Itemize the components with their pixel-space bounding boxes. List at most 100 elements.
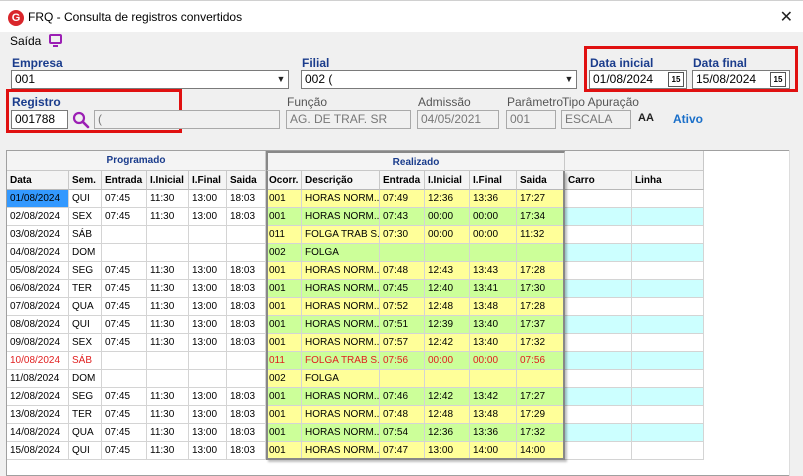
table-cell-r1-c9[interactable]: 00:00	[425, 208, 470, 226]
table-cell-r10-c7[interactable]: FOLGA	[302, 370, 380, 388]
table-cell-r5-c3[interactable]: 11:30	[147, 280, 189, 298]
table-cell-r2-c4[interactable]	[189, 226, 227, 244]
table-cell-r5-c0[interactable]: 06/08/2024	[7, 280, 69, 298]
column-header-8[interactable]: Entrada	[380, 171, 425, 190]
table-cell-r4-c11[interactable]: 17:28	[517, 262, 565, 280]
table-cell-r12-c1[interactable]: TER	[69, 406, 102, 424]
column-header-11[interactable]: Saida	[517, 171, 565, 190]
table-cell-r10-c10[interactable]	[470, 370, 517, 388]
table-cell-r6-c3[interactable]: 11:30	[147, 298, 189, 316]
table-cell-r1-c3[interactable]: 11:30	[147, 208, 189, 226]
table-cell-r11-c11[interactable]: 17:27	[517, 388, 565, 406]
table-cell-r9-c1[interactable]: SÁB	[69, 352, 102, 370]
table-cell-r6-c6[interactable]: 001	[266, 298, 302, 316]
table-cell-r13-c9[interactable]: 12:36	[425, 424, 470, 442]
table-cell-r0-c13[interactable]	[632, 190, 704, 208]
table-cell-r3-c8[interactable]	[380, 244, 425, 262]
table-cell-r12-c6[interactable]: 001	[266, 406, 302, 424]
table-cell-r2-c8[interactable]: 07:30	[380, 226, 425, 244]
table-cell-r0-c3[interactable]: 11:30	[147, 190, 189, 208]
table-cell-r11-c4[interactable]: 13:00	[189, 388, 227, 406]
table-cell-r1-c12[interactable]	[565, 208, 632, 226]
table-cell-r11-c12[interactable]	[565, 388, 632, 406]
table-cell-r6-c13[interactable]	[632, 298, 704, 316]
table-cell-r9-c6[interactable]: 011	[266, 352, 302, 370]
table-cell-r14-c9[interactable]: 13:00	[425, 442, 470, 460]
table-cell-r5-c8[interactable]: 07:45	[380, 280, 425, 298]
table-cell-r7-c6[interactable]: 001	[266, 316, 302, 334]
column-header-13[interactable]: Linha	[632, 171, 704, 190]
table-cell-r8-c3[interactable]: 11:30	[147, 334, 189, 352]
table-cell-r0-c2[interactable]: 07:45	[102, 190, 147, 208]
table-cell-r2-c9[interactable]: 00:00	[425, 226, 470, 244]
table-cell-r1-c2[interactable]: 07:45	[102, 208, 147, 226]
table-cell-r5-c6[interactable]: 001	[266, 280, 302, 298]
table-cell-r10-c4[interactable]	[189, 370, 227, 388]
table-cell-r13-c6[interactable]: 001	[266, 424, 302, 442]
column-header-2[interactable]: Entrada	[102, 171, 147, 190]
table-cell-r2-c5[interactable]	[227, 226, 266, 244]
table-cell-r14-c6[interactable]: 001	[266, 442, 302, 460]
table-cell-r1-c11[interactable]: 17:34	[517, 208, 565, 226]
column-header-6[interactable]: Ocorr.	[266, 171, 302, 190]
table-cell-r12-c7[interactable]: HORAS NORM...	[302, 406, 380, 424]
table-cell-r11-c0[interactable]: 12/08/2024	[7, 388, 69, 406]
table-cell-r12-c5[interactable]: 18:03	[227, 406, 266, 424]
table-cell-r12-c8[interactable]: 07:48	[380, 406, 425, 424]
table-cell-r6-c0[interactable]: 07/08/2024	[7, 298, 69, 316]
table-cell-r3-c9[interactable]	[425, 244, 470, 262]
close-icon[interactable]: ✕	[780, 7, 793, 27]
table-cell-r13-c7[interactable]: HORAS NORM...	[302, 424, 380, 442]
table-cell-r4-c10[interactable]: 13:43	[470, 262, 517, 280]
table-cell-r7-c11[interactable]: 17:37	[517, 316, 565, 334]
table-cell-r7-c5[interactable]: 18:03	[227, 316, 266, 334]
table-cell-r5-c10[interactable]: 13:41	[470, 280, 517, 298]
table-cell-r12-c10[interactable]: 13:48	[470, 406, 517, 424]
table-cell-r5-c4[interactable]: 13:00	[189, 280, 227, 298]
table-cell-r8-c8[interactable]: 07:57	[380, 334, 425, 352]
table-cell-r4-c1[interactable]: SEG	[69, 262, 102, 280]
column-header-7[interactable]: Descrição	[302, 171, 380, 190]
table-cell-r4-c0[interactable]: 05/08/2024	[7, 262, 69, 280]
table-cell-r14-c5[interactable]: 18:03	[227, 442, 266, 460]
table-cell-r9-c5[interactable]	[227, 352, 266, 370]
table-cell-r8-c5[interactable]: 18:03	[227, 334, 266, 352]
table-cell-r4-c8[interactable]: 07:48	[380, 262, 425, 280]
table-cell-r8-c12[interactable]	[565, 334, 632, 352]
table-cell-r1-c1[interactable]: SEX	[69, 208, 102, 226]
table-cell-r3-c3[interactable]	[147, 244, 189, 262]
table-cell-r3-c6[interactable]: 002	[266, 244, 302, 262]
table-cell-r1-c6[interactable]: 001	[266, 208, 302, 226]
table-cell-r13-c8[interactable]: 07:54	[380, 424, 425, 442]
table-cell-r4-c3[interactable]: 11:30	[147, 262, 189, 280]
table-cell-r12-c3[interactable]: 11:30	[147, 406, 189, 424]
table-cell-r10-c5[interactable]	[227, 370, 266, 388]
table-cell-r13-c13[interactable]	[632, 424, 704, 442]
table-cell-r9-c7[interactable]: FOLGA TRAB S...	[302, 352, 380, 370]
data-final-calendar-icon[interactable]: 15	[770, 72, 786, 87]
table-cell-r7-c3[interactable]: 11:30	[147, 316, 189, 334]
table-cell-r13-c11[interactable]: 17:32	[517, 424, 565, 442]
table-cell-r14-c13[interactable]	[632, 442, 704, 460]
table-cell-r6-c10[interactable]: 13:48	[470, 298, 517, 316]
table-cell-r4-c7[interactable]: HORAS NORM...	[302, 262, 380, 280]
table-cell-r13-c2[interactable]: 07:45	[102, 424, 147, 442]
table-cell-r13-c1[interactable]: QUA	[69, 424, 102, 442]
table-cell-r12-c0[interactable]: 13/08/2024	[7, 406, 69, 424]
filial-select[interactable]: 002 (	[301, 70, 577, 89]
table-cell-r2-c0[interactable]: 03/08/2024	[7, 226, 69, 244]
column-header-3[interactable]: I.Inicial	[147, 171, 189, 190]
table-cell-r14-c3[interactable]: 11:30	[147, 442, 189, 460]
table-cell-r6-c4[interactable]: 13:00	[189, 298, 227, 316]
table-cell-r13-c5[interactable]: 18:03	[227, 424, 266, 442]
table-cell-r1-c4[interactable]: 13:00	[189, 208, 227, 226]
table-cell-r10-c3[interactable]	[147, 370, 189, 388]
column-header-12[interactable]: Carro	[565, 171, 632, 190]
table-cell-r4-c2[interactable]: 07:45	[102, 262, 147, 280]
table-cell-r12-c13[interactable]	[632, 406, 704, 424]
table-cell-r3-c13[interactable]	[632, 244, 704, 262]
table-cell-r4-c6[interactable]: 001	[266, 262, 302, 280]
table-cell-r1-c7[interactable]: HORAS NORM...	[302, 208, 380, 226]
table-cell-r14-c8[interactable]: 07:47	[380, 442, 425, 460]
table-cell-r8-c9[interactable]: 12:42	[425, 334, 470, 352]
